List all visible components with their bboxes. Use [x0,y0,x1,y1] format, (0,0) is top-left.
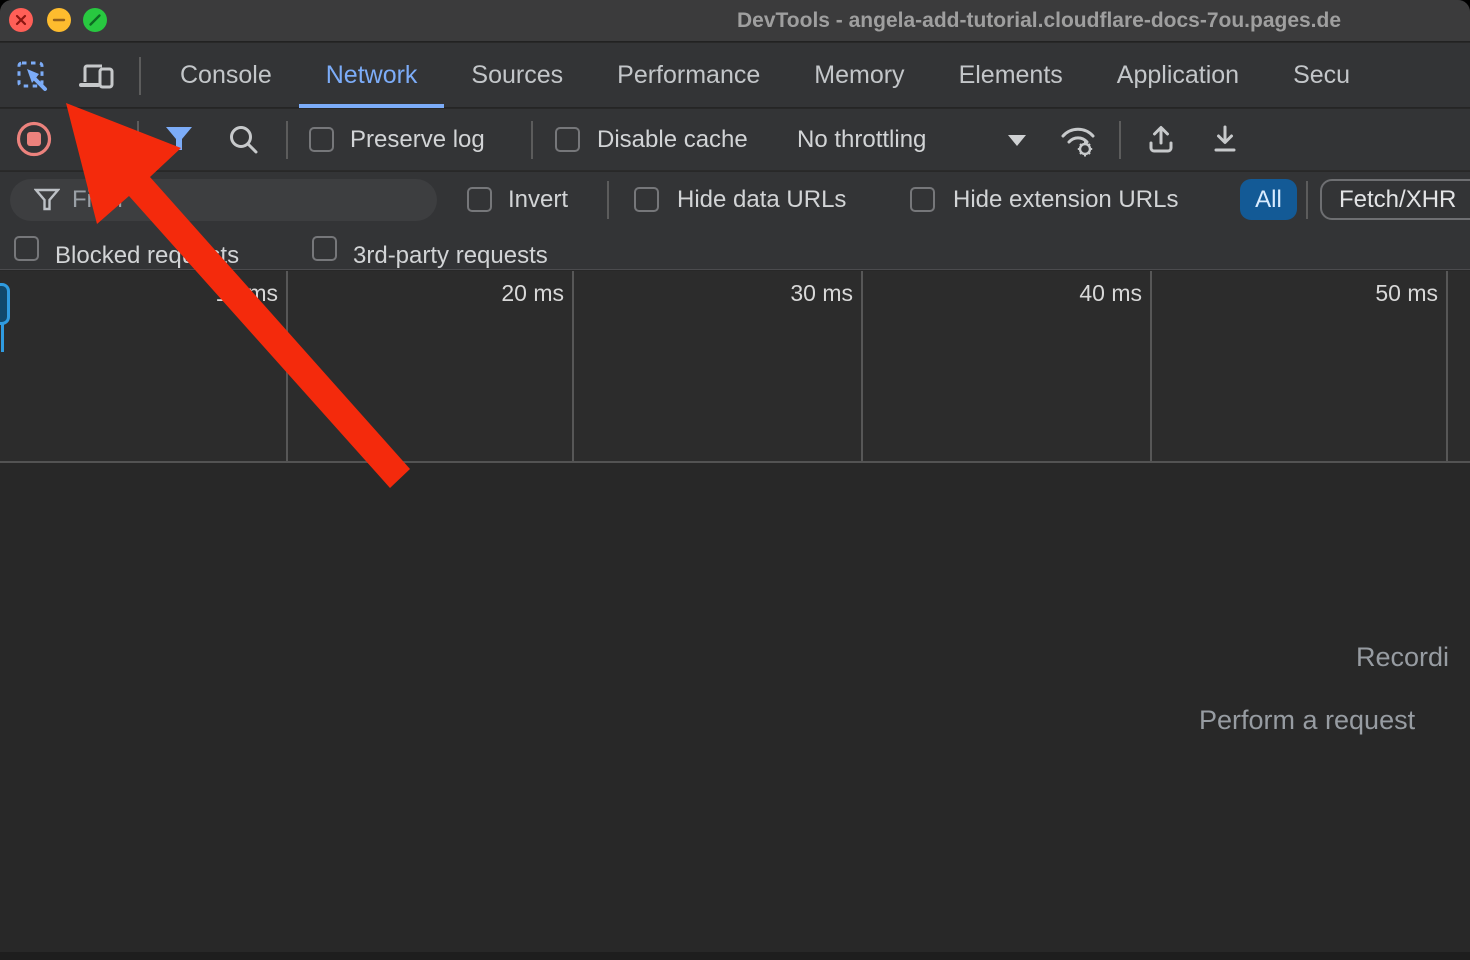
timeline-tick-label: 10 ms [158,280,278,307]
inspect-element-button[interactable] [14,58,50,94]
minimize-window-button[interactable] [47,8,71,32]
tab-memory[interactable]: Memory [787,43,931,108]
timeline-tick-label: 30 ms [733,280,853,307]
divider [286,121,288,159]
toggle-device-toolbar-button[interactable] [78,58,114,94]
panel-tabs: Console Network Sources Performance Memo… [153,43,1377,108]
invert-label: Invert [508,186,568,214]
recording-status-text: Recordi [1356,642,1449,673]
chevron-down-icon[interactable] [1008,135,1026,146]
tab-sources[interactable]: Sources [444,43,590,108]
divider [1119,121,1121,159]
timeline-tick-label: 50 ms [1318,280,1438,307]
inspect-cursor-icon [14,58,50,94]
close-icon [9,8,33,32]
download-icon [1207,122,1243,158]
filter-funnel-icon [163,126,195,154]
blocked-requests-checkbox[interactable] [14,236,39,261]
hide-extension-urls-checkbox[interactable] [910,187,935,212]
third-party-requests-checkbox[interactable] [312,236,337,261]
window-bottom-edge [0,952,1470,960]
network-overview-strip[interactable]: 10 ms 20 ms 30 ms 40 ms 50 ms [0,271,1470,463]
network-toolbar: Preserve log Disable cache No throttling [0,109,1470,171]
window-title: DevTools - angela-add-tutorial.cloudflar… [737,0,1341,42]
filter-input[interactable] [72,186,421,214]
zoom-icon [83,8,107,32]
tab-performance[interactable]: Performance [590,43,787,108]
timeline-gridline [1446,271,1448,461]
filter-bar: Invert Hide data URLs Hide extension URL… [0,172,1470,228]
show-filter-button[interactable] [163,126,195,159]
minimize-icon [47,8,71,32]
hide-extension-urls-label: Hide extension URLs [953,186,1178,214]
timeline-tick-label: 20 ms [444,280,564,307]
disable-cache-label: Disable cache [597,126,748,154]
tab-security[interactable]: Secu [1266,43,1377,108]
search-network-button[interactable] [226,122,262,163]
filter-funnel-outline-icon [34,188,60,212]
invert-checkbox[interactable] [467,187,492,212]
device-toolbar-icon [78,58,114,94]
divider [1306,181,1308,219]
divider [137,121,139,159]
timeline-gridline [861,271,863,461]
network-conditions-icon [1059,123,1099,157]
devtools-window: DevTools - angela-add-tutorial.cloudflar… [0,0,1470,960]
timeline-gridline [286,271,288,461]
preserve-log-checkbox[interactable] [309,127,334,152]
import-har-button[interactable] [1143,122,1179,163]
title-bar: DevTools - angela-add-tutorial.cloudflar… [0,0,1470,42]
throttling-select[interactable]: No throttling [797,126,926,154]
tab-elements[interactable]: Elements [932,43,1090,108]
disable-cache-checkbox[interactable] [555,127,580,152]
overview-edge-handle[interactable] [0,283,10,325]
network-conditions-button[interactable] [1059,123,1099,162]
tab-application[interactable]: Application [1090,43,1266,108]
hide-data-urls-checkbox[interactable] [634,187,659,212]
export-har-button[interactable] [1207,122,1243,163]
search-icon [226,122,262,158]
tab-console[interactable]: Console [153,43,299,108]
preserve-log-label: Preserve log [350,126,485,154]
devtools-tab-bar: Console Network Sources Performance Memo… [0,43,1470,108]
clear-network-log-button[interactable] [74,121,110,162]
close-window-button[interactable] [9,8,33,32]
record-network-log-button[interactable] [15,120,53,163]
overview-edge-line [1,324,4,352]
record-stop-icon [15,120,53,158]
timeline-tick-label: 40 ms [1022,280,1142,307]
more-filters-bar: Blocked requests 3rd-party requests [0,228,1470,270]
filter-input-pill[interactable] [10,179,437,221]
zoom-window-button[interactable] [83,8,107,32]
empty-state-hint-text: Perform a request [1199,705,1415,736]
request-type-fetch-xhr-button[interactable]: Fetch/XHR [1320,179,1470,220]
clear-icon [74,121,110,157]
request-type-all-button[interactable]: All [1240,179,1297,220]
divider [139,57,141,95]
timeline-gridline [572,271,574,461]
upload-icon [1143,122,1179,158]
divider [531,121,533,159]
timeline-gridline [1150,271,1152,461]
hide-data-urls-label: Hide data URLs [677,186,846,214]
tab-network[interactable]: Network [299,43,445,108]
divider [607,181,609,219]
